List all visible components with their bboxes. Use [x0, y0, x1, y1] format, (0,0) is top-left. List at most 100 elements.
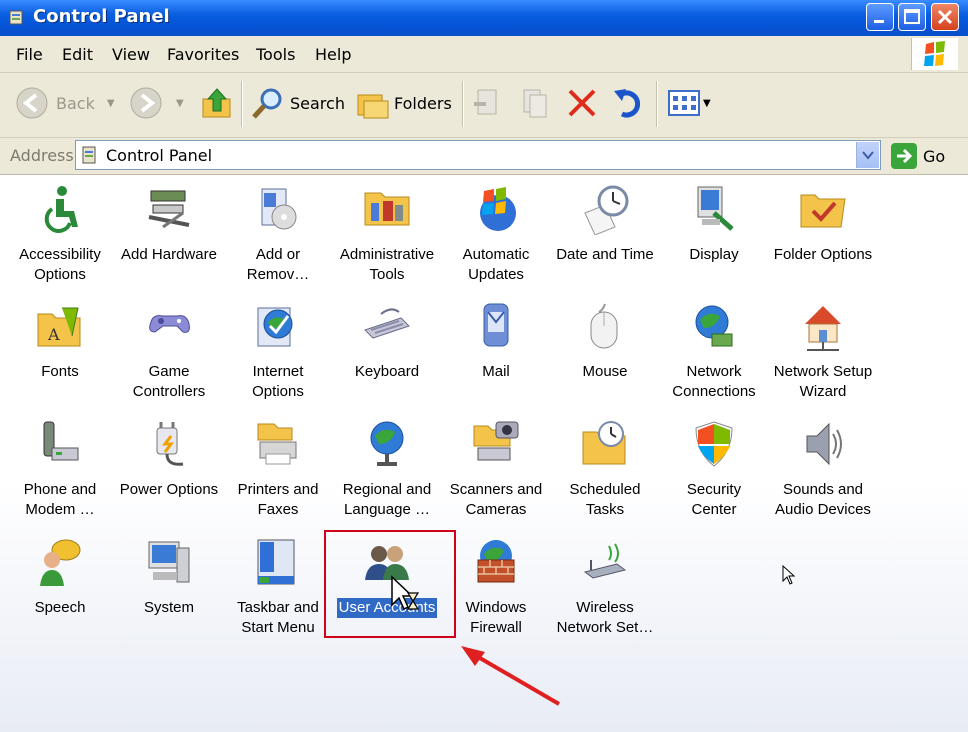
item-fonts[interactable]: A Fonts — [6, 300, 114, 382]
copy-to-button[interactable] — [520, 83, 552, 123]
forward-dropdown-icon[interactable]: ▼ — [176, 98, 184, 109]
folder-up-icon — [202, 88, 231, 118]
item-label: Printers and Faxes — [237, 481, 319, 518]
toolbar-separator — [241, 81, 243, 127]
toolbar-separator — [656, 81, 658, 127]
item-label: Display — [689, 246, 739, 263]
item-administrative-tools[interactable]: Administrative Tools — [333, 183, 441, 285]
back-dropdown-icon[interactable]: ▼ — [107, 98, 115, 109]
folders-button[interactable]: Folders — [356, 83, 452, 123]
item-mail[interactable]: Mail — [442, 300, 550, 382]
back-button[interactable]: Back ▼ — [14, 83, 115, 123]
item-label: Taskbar and Start Menu — [237, 599, 319, 636]
item-network-setup-wizard[interactable]: Network Setup Wizard — [769, 300, 877, 402]
regional-language-icon — [370, 421, 404, 466]
address-dropdown-button[interactable] — [856, 142, 879, 168]
item-internet-options[interactable]: Internet Options — [224, 300, 332, 402]
item-phone-and-modem[interactable]: Phone and Modem … — [6, 418, 114, 520]
item-system[interactable]: System — [115, 536, 223, 618]
delete-button[interactable] — [566, 83, 598, 123]
item-taskbar-and-start-menu[interactable]: Taskbar and Start Menu — [224, 536, 332, 638]
item-scanners-and-cameras[interactable]: Scanners and Cameras — [442, 418, 550, 520]
up-button[interactable] — [200, 83, 234, 123]
maximize-button[interactable] — [898, 3, 926, 31]
scanners-cameras-icon — [473, 421, 519, 461]
go-arrow-icon — [891, 143, 917, 169]
item-game-controllers[interactable]: Game Controllers — [115, 300, 223, 402]
item-automatic-updates[interactable]: Automatic Updates — [442, 183, 550, 285]
folders-icon — [357, 94, 389, 119]
close-button[interactable] — [931, 3, 959, 31]
fonts-icon: A — [37, 307, 81, 347]
windows-flag-icon — [924, 41, 945, 66]
item-power-options[interactable]: Power Options — [115, 418, 223, 500]
item-security-center[interactable]: Security Center — [660, 418, 768, 520]
mouse-pointer-icon — [782, 565, 796, 585]
item-scheduled-tasks[interactable]: Scheduled Tasks — [551, 418, 659, 520]
add-hardware-icon — [148, 190, 190, 229]
date-time-icon — [584, 185, 629, 236]
window-title: Control Panel — [33, 6, 170, 27]
keyboard-icon — [364, 308, 410, 339]
item-label: System — [143, 599, 194, 616]
add-remove-programs-icon — [261, 188, 297, 230]
undo-button[interactable] — [612, 83, 646, 123]
item-label: Game Controllers — [132, 363, 206, 400]
item-label: Folder Options — [773, 246, 873, 263]
address-bar: Address Control Panel Go — [0, 138, 968, 175]
item-accessibility-options[interactable]: Accessibility Options — [6, 183, 114, 285]
move-to-icon — [474, 89, 497, 115]
item-label: Windows Firewall — [465, 599, 527, 636]
menu-help[interactable]: Help — [315, 45, 351, 64]
address-value: Control Panel — [106, 146, 213, 165]
item-keyboard[interactable]: Keyboard — [333, 300, 441, 382]
automatic-updates-icon — [480, 187, 516, 231]
item-sounds-and-audio[interactable]: Sounds and Audio Devices — [769, 418, 877, 520]
item-label: Scheduled Tasks — [569, 481, 641, 518]
item-label: Phone and Modem … — [23, 481, 97, 518]
minimize-button[interactable] — [866, 3, 894, 31]
item-label: Sounds and Audio Devices — [775, 481, 871, 518]
folder-options-icon — [800, 194, 846, 228]
item-display[interactable]: Display — [660, 183, 768, 265]
item-regional-and-language[interactable]: Regional and Language … — [333, 418, 441, 520]
item-add-remove-programs[interactable]: Add or Remov… — [224, 183, 332, 285]
item-label: Automatic Updates — [462, 246, 530, 283]
item-label: Add or Remov… — [246, 246, 310, 283]
views-button[interactable]: ▼ — [667, 83, 711, 123]
item-folder-options[interactable]: Folder Options — [769, 183, 877, 265]
mouse-icon — [590, 303, 618, 349]
item-printers-and-faxes[interactable]: Printers and Faxes — [224, 418, 332, 520]
control-panel-icon — [9, 10, 23, 25]
item-add-hardware[interactable]: Add Hardware — [115, 183, 223, 265]
move-to-button[interactable] — [472, 83, 504, 123]
item-label: Regional and Language … — [342, 481, 432, 518]
item-date-and-time[interactable]: Date and Time — [551, 183, 659, 265]
forward-button[interactable]: ▼ — [128, 83, 184, 123]
toolbar-separator — [462, 81, 464, 127]
item-network-connections[interactable]: Network Connections — [660, 300, 768, 402]
svg-text:A: A — [47, 325, 60, 344]
item-windows-firewall[interactable]: Windows Firewall — [442, 536, 550, 638]
search-button[interactable]: Search — [250, 83, 345, 123]
menu-file[interactable]: File — [16, 45, 43, 64]
menu-favorites[interactable]: Favorites — [167, 45, 239, 64]
address-input[interactable]: Control Panel — [75, 140, 881, 170]
item-speech[interactable]: Speech — [6, 536, 114, 618]
security-center-icon — [695, 421, 733, 467]
undo-icon — [614, 89, 641, 118]
item-mouse[interactable]: Mouse — [551, 300, 659, 382]
item-label: Administrative Tools — [339, 246, 435, 283]
menu-view[interactable]: View — [112, 45, 150, 64]
go-button[interactable]: Go — [890, 141, 945, 171]
views-dropdown-icon[interactable]: ▼ — [703, 98, 711, 109]
network-setup-wizard-icon — [805, 306, 841, 351]
back-arrow-icon — [16, 87, 48, 119]
busy-cursor-icon — [391, 575, 420, 611]
item-wireless-network-setup[interactable]: Wireless Network Set… — [551, 536, 659, 638]
menu-tools[interactable]: Tools — [256, 45, 295, 64]
item-label: Keyboard — [354, 363, 420, 380]
back-label: Back — [56, 93, 95, 113]
menu-edit[interactable]: Edit — [62, 45, 93, 64]
title-bar: Control Panel — [0, 0, 968, 36]
